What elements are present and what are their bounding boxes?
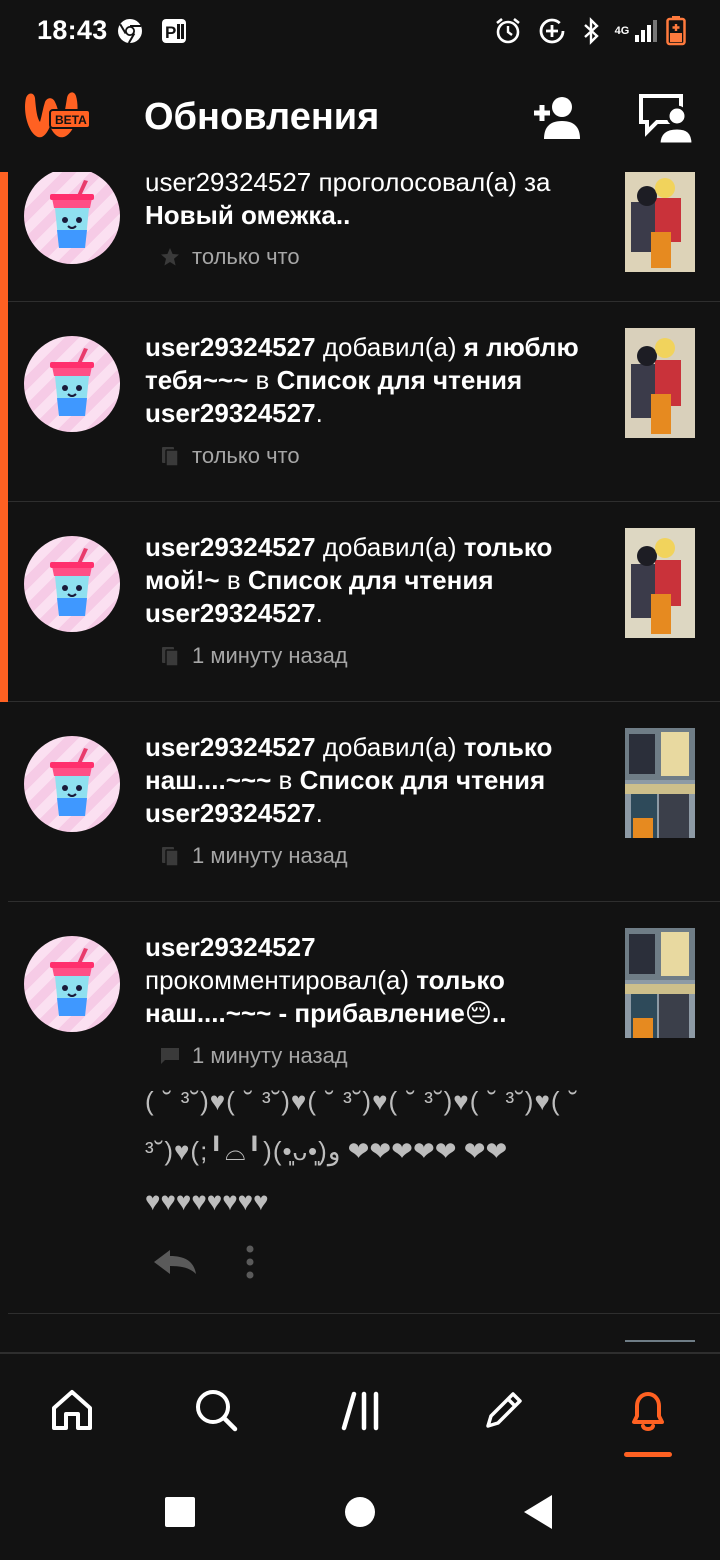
timestamp: 1 минуту назад — [192, 643, 348, 668]
add-friend-button[interactable] — [524, 88, 588, 148]
avatar[interactable] — [24, 736, 120, 832]
nav-write[interactable] — [474, 1380, 534, 1440]
data-saver-icon — [538, 16, 566, 46]
username[interactable]: user29324527 — [145, 172, 311, 197]
sentence-end: . — [315, 598, 323, 628]
comment-icon — [158, 1044, 182, 1068]
reply-icon[interactable] — [150, 1242, 200, 1282]
updates-feed[interactable]: user29324527 проголосовал(а) за Новый оме… — [0, 172, 720, 1352]
battery-icon — [664, 16, 688, 46]
parking-app-icon: P — [160, 16, 188, 46]
chrome-icon — [116, 16, 144, 46]
back-triangle-icon — [524, 1495, 552, 1529]
feed-item[interactable]: user29324527 прокомментировал(а) только н… — [0, 902, 720, 1314]
back-button[interactable] — [508, 1482, 568, 1542]
timestamp: только что — [192, 443, 300, 468]
story-title[interactable]: Новый омежка.. — [145, 200, 350, 230]
bottom-navigation — [0, 1352, 720, 1462]
activity-text[interactable]: user29324527 добавил(а) только наш....~~… — [145, 731, 605, 830]
recents-button[interactable] — [150, 1482, 210, 1542]
messages-icon — [639, 94, 695, 144]
activity-text[interactable]: user29324527 добавил(а) я люблю тебя~~~ … — [145, 331, 605, 430]
username[interactable]: user29324527 — [145, 532, 316, 562]
avatar[interactable] — [24, 336, 120, 432]
alarm-icon — [494, 16, 522, 46]
story-cover[interactable] — [625, 172, 695, 272]
network-type: 4G — [614, 24, 630, 37]
signal-icon — [632, 16, 660, 46]
nav-notifications[interactable] — [618, 1380, 678, 1440]
active-tab-indicator — [624, 1452, 672, 1457]
timestamp: 1 минуту назад — [192, 843, 348, 868]
story-cover[interactable] — [625, 328, 695, 438]
action-text: добавил(а) — [322, 332, 457, 362]
avatar[interactable] — [24, 536, 120, 632]
comment-body: ( ˘ ³˘)♥( ˘ ³˘)♥( ˘ ³˘)♥( ˘ ³˘)♥( ˘ ³˘)♥… — [145, 1086, 579, 1216]
story-cover[interactable] — [625, 728, 695, 838]
page-title: Обновления — [144, 96, 380, 138]
star-icon — [158, 245, 182, 269]
wattpad-logo[interactable]: BETA — [20, 88, 94, 144]
add-friend-icon — [534, 97, 580, 139]
search-icon — [196, 1390, 238, 1432]
status-time: 18:43 — [37, 15, 108, 45]
story-cover[interactable] — [625, 928, 695, 1038]
story-cover[interactable] — [625, 1340, 695, 1352]
activity-meta: только что — [158, 242, 300, 272]
app-bar: BETA Обновления — [0, 64, 720, 172]
feed-item[interactable]: user29324527 добавил(а) я люблю тебя~~~ … — [0, 302, 720, 502]
sentence-end: . — [315, 798, 323, 828]
feed-item[interactable]: user29324527 добавил(а) только наш....~~… — [0, 702, 720, 902]
feed-item[interactable]: user29324527 добавил(а) только мой!~ в С… — [0, 502, 720, 702]
sentence-end: . — [315, 398, 323, 428]
nav-library[interactable] — [332, 1380, 392, 1440]
beta-badge: BETA — [55, 113, 87, 127]
square-icon — [165, 1497, 195, 1527]
more-options-icon[interactable] — [238, 1242, 262, 1282]
activity-meta: 1 минуту назад — [158, 841, 348, 871]
avatar[interactable] — [24, 172, 120, 264]
feed-item[interactable] — [0, 1314, 720, 1352]
feed-item[interactable]: user29324527 проголосовал(а) за Новый оме… — [0, 172, 720, 302]
avatar[interactable] — [24, 936, 120, 1032]
activity-text[interactable]: user29324527 прокомментировал(а) только н… — [145, 931, 605, 1030]
activity-meta: только что — [158, 441, 300, 471]
nav-search[interactable] — [186, 1380, 246, 1440]
svg-text:P: P — [165, 23, 176, 42]
library-icon — [158, 644, 182, 668]
system-navigation — [0, 1462, 720, 1560]
username[interactable]: user29324527 — [145, 932, 316, 962]
username[interactable]: user29324527 — [145, 332, 316, 362]
library-icon — [341, 1391, 379, 1431]
action-text: прокомментировал(а) — [145, 965, 409, 995]
preposition: в — [278, 765, 293, 795]
library-icon — [158, 844, 182, 868]
home-icon — [52, 1390, 92, 1430]
circle-icon — [345, 1497, 375, 1527]
activity-text[interactable]: user29324527 добавил(а) только мой!~ в С… — [145, 531, 605, 630]
preposition: в — [226, 565, 241, 595]
story-cover[interactable] — [625, 528, 695, 638]
activity-meta: 1 минуту назад — [158, 1041, 348, 1071]
messages-button[interactable] — [634, 88, 698, 148]
action-text: добавил(а) — [322, 532, 457, 562]
action-text: добавил(а) — [322, 732, 457, 762]
timestamp: 1 минуту назад — [192, 1043, 348, 1068]
library-icon — [158, 444, 182, 468]
username[interactable]: user29324527 — [145, 732, 316, 762]
status-bar: 18:43 P 4G — [0, 0, 720, 64]
action-text: проголосовал(а) за — [318, 172, 551, 197]
timestamp: только что — [192, 244, 300, 269]
bluetooth-icon — [580, 16, 602, 46]
write-icon — [486, 1392, 522, 1428]
nav-home[interactable] — [42, 1380, 102, 1440]
activity-text[interactable]: user29324527 проголосовал(а) за Новый оме… — [145, 172, 605, 232]
preposition: в — [255, 365, 270, 395]
activity-meta: 1 минуту назад — [158, 641, 348, 671]
home-button[interactable] — [330, 1482, 390, 1542]
notifications-icon — [632, 1392, 664, 1431]
